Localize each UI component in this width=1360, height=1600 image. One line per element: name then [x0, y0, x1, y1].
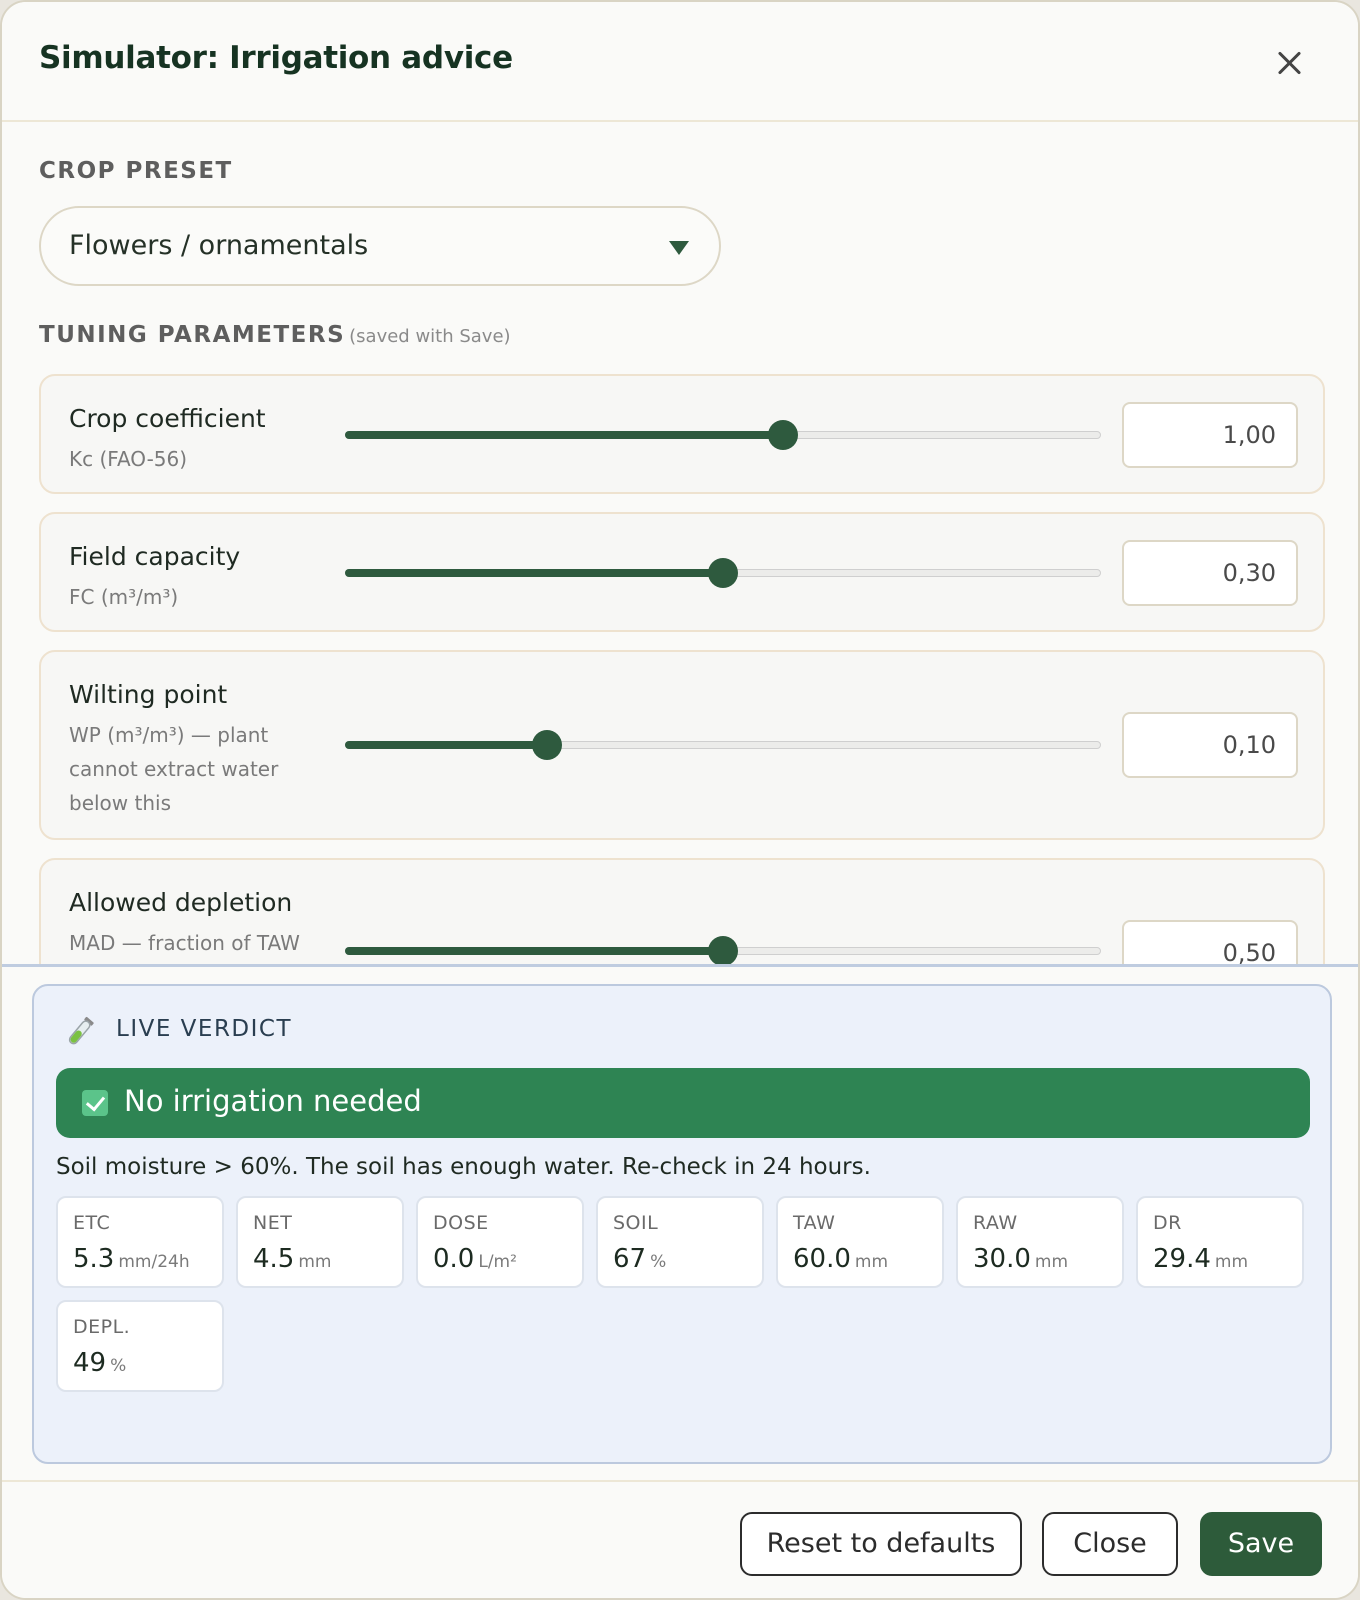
metric-depletion: DEPL. 49%: [56, 1300, 224, 1392]
metric-label: TAW: [793, 1212, 836, 1234]
metric-number: 67: [613, 1244, 647, 1274]
test-tube-icon: [68, 1016, 94, 1045]
metric-number: 49: [73, 1348, 107, 1378]
crop-coefficient-input[interactable]: 1,00: [1122, 402, 1298, 468]
metric-number: 5.3: [73, 1244, 115, 1274]
field-capacity-slider[interactable]: [345, 558, 1101, 588]
tuning-parameters-hint: (saved with Save): [349, 326, 511, 347]
chevron-down-icon: [669, 241, 689, 255]
param-description: FC (m³/m³): [69, 585, 179, 609]
metric-unit: %: [650, 1252, 667, 1272]
metric-label: DOSE: [433, 1212, 489, 1234]
param-name: Field capacity: [69, 542, 241, 571]
metric-number: 29.4: [1153, 1244, 1211, 1274]
slider-fill: [345, 431, 784, 439]
param-card-crop-coefficient: Crop coefficient Kc (FAO-56) 1,00: [39, 374, 1325, 494]
section-divider: [2, 964, 1358, 967]
wilting-point-input[interactable]: 0,10: [1122, 712, 1298, 778]
param-card-field-capacity: Field capacity FC (m³/m³) 0,30: [39, 512, 1325, 632]
slider-thumb[interactable]: [768, 420, 799, 450]
metric-label: DR: [1153, 1212, 1182, 1234]
param-card-wilting-point: Wilting point WP (m³/m³) — plant cannot …: [39, 650, 1325, 840]
param-name: Allowed depletion: [69, 888, 293, 917]
crop-preset-value: Flowers / ornamentals: [69, 230, 369, 261]
metric-net: NET 4.5 mm: [236, 1196, 404, 1288]
check-icon: [82, 1090, 108, 1116]
metric-number: 0.0: [433, 1244, 475, 1274]
metric-dr: DR 29.4 mm: [1136, 1196, 1304, 1288]
param-description: Kc (FAO-56): [69, 447, 188, 471]
metric-unit: mm: [298, 1252, 332, 1272]
metric-value: 60.0 mm: [793, 1244, 888, 1274]
slider-fill: [345, 741, 547, 749]
metric-unit: mm/24h: [118, 1252, 190, 1272]
tuning-parameters-label: TUNING PARAMETERS (saved with Save): [39, 322, 511, 348]
param-name: Wilting point: [69, 680, 228, 709]
metric-unit: mm: [854, 1252, 889, 1272]
metric-number: 4.5: [253, 1244, 295, 1274]
dialog-footer: Reset to defaults Close Save: [2, 1480, 1358, 1598]
metric-label: SOIL: [613, 1212, 659, 1234]
metric-value: 0.0 L/m²: [433, 1244, 517, 1274]
irrigation-simulator-dialog: Simulator: Irrigation advice CROP PRESET…: [0, 0, 1360, 1600]
param-description: MAD — fraction of TAW: [69, 931, 300, 955]
metric-value: 29.4 mm: [1153, 1244, 1248, 1274]
verdict-status-text: No irrigation needed: [124, 1084, 422, 1118]
reset-to-defaults-button[interactable]: Reset to defaults: [740, 1512, 1022, 1576]
metric-taw: TAW 60.0 mm: [776, 1196, 944, 1288]
verdict-status-banner: No irrigation needed: [56, 1068, 1310, 1138]
crop-coefficient-slider[interactable]: [345, 420, 1101, 450]
live-verdict-heading: LIVE VERDICT: [116, 1016, 293, 1042]
close-icon[interactable]: [1272, 46, 1306, 80]
verdict-description: Soil moisture > 60%. The soil has enough…: [56, 1154, 871, 1180]
slider-fill: [345, 569, 723, 577]
wilting-point-slider[interactable]: [345, 730, 1101, 760]
metric-etc: ETC 5.3 mm/24h: [56, 1196, 224, 1288]
param-name: Crop coefficient: [69, 404, 266, 433]
slider-fill: [345, 947, 723, 955]
metric-unit: mm: [1214, 1252, 1249, 1272]
close-button[interactable]: Close: [1042, 1512, 1178, 1576]
allowed-depletion-input[interactable]: 0,50: [1122, 920, 1298, 964]
slider-thumb[interactable]: [531, 730, 562, 760]
metric-dose: DOSE 0.0 L/m²: [416, 1196, 584, 1288]
metric-number: 60.0: [793, 1244, 851, 1274]
save-button[interactable]: Save: [1200, 1512, 1322, 1576]
dialog-header: Simulator: Irrigation advice: [2, 2, 1358, 122]
slider-thumb[interactable]: [708, 936, 738, 964]
metric-number: 30.0: [973, 1244, 1031, 1274]
metric-label: ETC: [73, 1212, 111, 1234]
metric-value: 4.5 mm: [253, 1244, 331, 1274]
dialog-body: CROP PRESET Flowers / ornamentals TUNING…: [2, 122, 1358, 964]
metric-label: RAW: [973, 1212, 1018, 1234]
tuning-parameters-title: TUNING PARAMETERS: [39, 322, 346, 348]
metric-label: DEPL.: [73, 1316, 131, 1338]
field-capacity-input[interactable]: 0,30: [1122, 540, 1298, 606]
metric-unit: L/m²: [478, 1252, 517, 1272]
metric-value: 30.0 mm: [973, 1244, 1068, 1274]
metric-value: 49%: [73, 1348, 126, 1378]
metric-unit: %: [110, 1356, 127, 1376]
param-description: WP (m³/m³) — plant cannot extract water …: [69, 723, 279, 815]
slider-thumb[interactable]: [708, 558, 738, 588]
allowed-depletion-slider[interactable]: [345, 936, 1101, 964]
metric-raw: RAW 30.0 mm: [956, 1196, 1124, 1288]
param-card-allowed-depletion: Allowed depletion MAD — fraction of TAW …: [39, 858, 1325, 964]
metric-unit: mm: [1034, 1252, 1069, 1272]
metric-label: NET: [253, 1212, 293, 1234]
metric-soil: SOIL 67%: [596, 1196, 764, 1288]
live-verdict-panel: LIVE VERDICT No irrigation needed Soil m…: [32, 984, 1332, 1464]
crop-preset-select[interactable]: Flowers / ornamentals: [39, 206, 721, 286]
crop-preset-label: CROP PRESET: [39, 158, 233, 184]
metric-value: 5.3 mm/24h: [73, 1244, 190, 1274]
dialog-title: Simulator: Irrigation advice: [39, 40, 513, 76]
metric-value: 67%: [613, 1244, 666, 1274]
